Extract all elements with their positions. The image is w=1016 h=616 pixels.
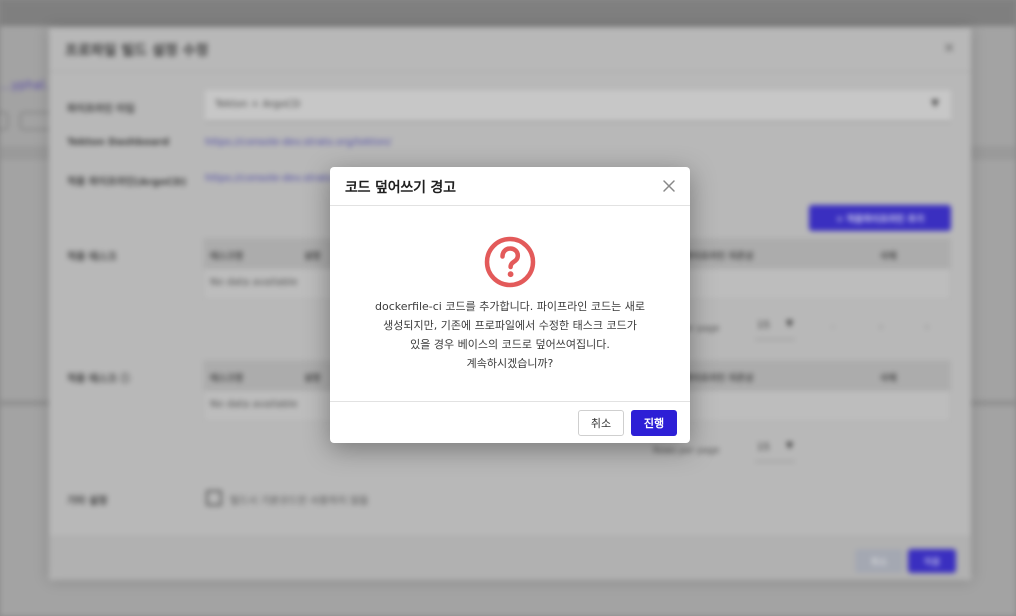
dialog-header: 코드 덮어쓰기 경고: [330, 167, 690, 206]
tekton-dashboard-label: Tekton Dashboard: [67, 137, 170, 148]
table-header-cell: 파이프라인 의존성: [684, 252, 754, 262]
background-topbar: [0, 0, 1016, 26]
rows-per-page-value: 15: [757, 442, 770, 453]
table-header-cell: 설명: [304, 374, 321, 384]
argocd-label: 적용 파이프라인(ArgoCD): [67, 177, 187, 188]
prev-page-icon[interactable]: ‹: [879, 322, 883, 333]
empty-table-text: No data available: [210, 399, 298, 410]
pipeline-type-label: 파이프라인 타입: [67, 104, 135, 115]
empty-table-text: No data available: [210, 277, 298, 288]
dialog-message: dockerfile-ci 코드를 추가합니다. 파이프라인 코드는 새로 생성…: [375, 300, 645, 370]
pipeline-type-value: Tekton + ArgoCD: [215, 99, 301, 110]
caret-down-icon: ▼: [786, 319, 793, 329]
table-header-cell: 설명: [304, 252, 321, 262]
misc-settings-checkbox[interactable]: [206, 490, 222, 506]
rows-per-page-select[interactable]: 15 ▼: [755, 314, 795, 340]
misc-settings-checkbox-label: 빌드시 기본코드만 사용하지 않음: [230, 496, 369, 507]
cancel-button[interactable]: 취소: [578, 410, 624, 436]
caret-down-icon: ▼: [931, 98, 939, 109]
rows-per-page-label: Rows per page: [653, 446, 720, 456]
next-page-icon[interactable]: ›: [925, 322, 929, 333]
settings-modal-header: 프로파일 빌드 설정 수정 ×: [49, 28, 971, 72]
question-circle-icon: [484, 236, 536, 288]
table-header-cell: 태스크명: [210, 252, 244, 262]
close-icon[interactable]: ×: [943, 40, 955, 56]
table-header-cell: 파이프라인 의존성: [684, 374, 754, 384]
caret-down-icon: ▼: [786, 441, 793, 451]
settings-cancel-button[interactable]: 취소: [855, 549, 903, 573]
dialog-title: 코드 덮어쓰기 경고: [345, 180, 456, 196]
screen: ...yphal.c 프로파일 빌드 설정 수정 × 파이프라인 타입 Tekt…: [0, 0, 1016, 616]
close-icon[interactable]: [660, 177, 678, 195]
table-header-cell: 삭제: [880, 252, 897, 262]
background-chip: [20, 112, 50, 130]
rows-per-page-value: 15: [757, 320, 770, 331]
dialog-footer: 취소 진행: [330, 401, 690, 443]
settings-modal-footer: 취소 적용: [49, 536, 971, 580]
extra-tasks-label: 적용 태스크 ⓘ: [67, 374, 130, 385]
settings-modal-title: 프로파일 빌드 설정 수정: [65, 43, 209, 59]
background-chip: [0, 112, 8, 130]
code-overwrite-warning-dialog: 코드 덮어쓰기 경고 dockerfile-ci 코드를 추가합니다. 파이프라…: [330, 167, 690, 443]
background-link: ...yphal.c: [0, 78, 55, 92]
settings-apply-button[interactable]: 적용: [908, 549, 956, 573]
add-pipeline-button[interactable]: + 적용파이프라인 추가: [809, 205, 951, 231]
rows-per-page-select[interactable]: 15 ▼: [755, 436, 795, 462]
argocd-link[interactable]: https://console-dev.strato: [205, 173, 333, 184]
pipeline-type-select[interactable]: Tekton + ArgoCD ▼: [205, 90, 951, 122]
dialog-body: dockerfile-ci 코드를 추가합니다. 파이프라인 코드는 새로 생성…: [330, 207, 690, 401]
applied-tasks-label: 적용 태스크: [67, 252, 117, 263]
tekton-dashboard-link[interactable]: https://console-dev.strato.org/tekton/: [205, 137, 391, 148]
table-header-cell: 태스크명: [210, 374, 244, 384]
pagination-range: -: [831, 322, 835, 333]
proceed-button[interactable]: 진행: [631, 410, 677, 436]
misc-settings-label: 기타 설정: [67, 496, 108, 507]
table-header-cell: 삭제: [880, 374, 897, 384]
